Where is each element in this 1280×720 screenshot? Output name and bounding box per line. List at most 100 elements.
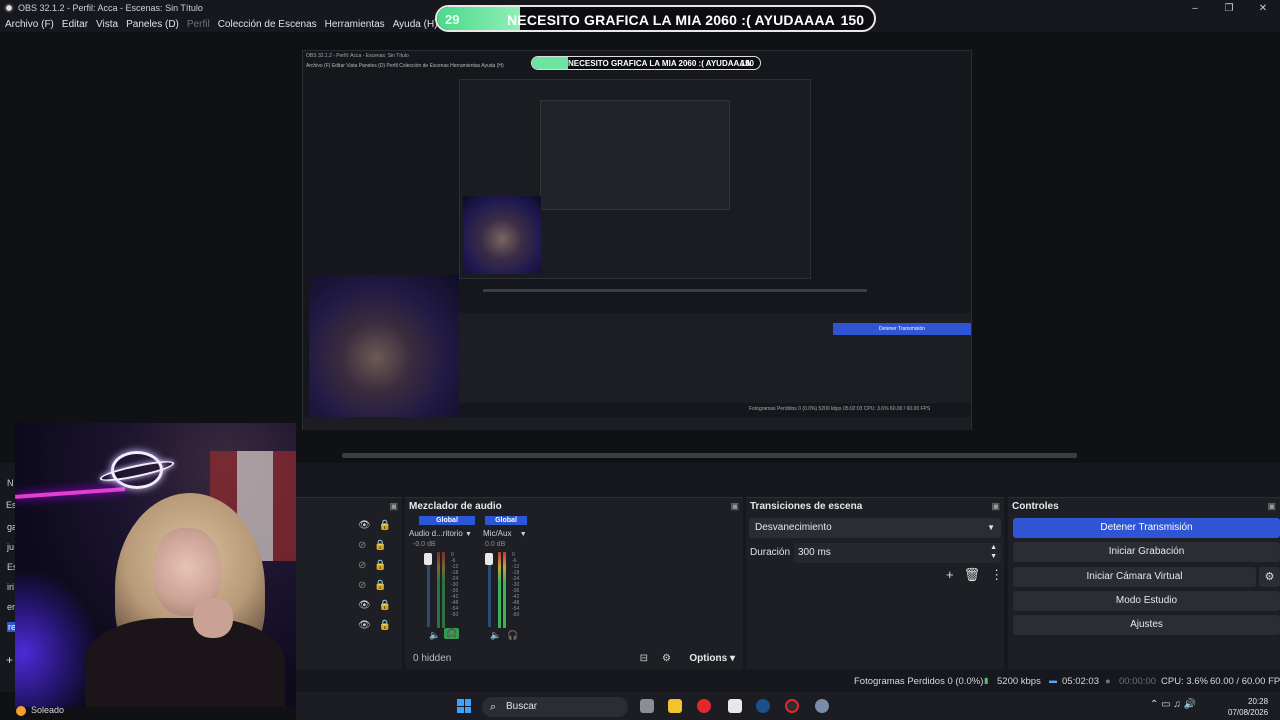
task-view-icon[interactable]	[640, 699, 654, 713]
eye-icon[interactable]: 👁	[358, 600, 371, 611]
mixer-settings-icon[interactable]: ⚙	[662, 653, 671, 664]
lock-icon[interactable]: 🔒	[374, 540, 386, 551]
nested-goal-banner: NECESITO GRAFICA LA MIA 2060 :( AYUDAAAA…	[531, 56, 761, 70]
cpu-usage: CPU: 3.6%	[1161, 676, 1208, 687]
menu-vista[interactable]: Vista	[96, 19, 118, 30]
channel-name[interactable]: Audio d...ritorio ▼	[409, 529, 479, 538]
streamer-body	[85, 618, 285, 707]
stop-streaming-button[interactable]: Detener Transmisión	[1013, 518, 1280, 538]
source-row-1[interactable]: 👁 🔒	[358, 519, 391, 531]
speaker-icon[interactable]: 🔈	[429, 630, 440, 641]
goal-count: 150	[840, 12, 864, 28]
mixer-channel-mic: Global Mic/Aux ▼ 0.0 dB	[483, 516, 553, 548]
channel-global-badge: Global	[419, 516, 475, 525]
preview-horizontal-scrollbar[interactable]	[342, 453, 1077, 458]
spin-arrows-icon[interactable]: ▲ ▼	[990, 543, 997, 561]
maximize-button[interactable]: ❐	[1212, 0, 1246, 16]
dock-menu-icon[interactable]: ▣	[730, 501, 739, 512]
more-options-icon[interactable]: ⋮	[990, 567, 1003, 583]
window-controls: – ❐ ✕	[1178, 0, 1280, 16]
eye-hidden-icon[interactable]: ⊘	[358, 580, 366, 591]
channel-name[interactable]: Mic/Aux ▼	[483, 529, 553, 538]
clock-time: 20:28	[1248, 697, 1269, 706]
dock-menu-icon[interactable]: ▣	[991, 501, 1000, 512]
lock-icon[interactable]: 🔒	[379, 620, 391, 631]
steam-icon[interactable]	[756, 699, 770, 713]
minimize-button[interactable]: –	[1178, 0, 1212, 16]
duration-spinbox[interactable]: 300 ms ▲ ▼	[794, 543, 1001, 563]
goal-level: 29	[445, 12, 460, 27]
options-dropdown[interactable]: Options ▾	[689, 653, 735, 664]
search-placeholder: Buscar	[506, 701, 538, 712]
bitrate: 5200 kbps	[997, 676, 1041, 687]
dock-menu-icon[interactable]: ▣	[1267, 501, 1276, 512]
record-time: 00:00:00	[1119, 676, 1156, 687]
source-row-6[interactable]: 👁 🔒	[358, 619, 391, 631]
scene-item-fragment-5[interactable]: er	[7, 602, 15, 612]
nested-banner-count: 150	[740, 59, 754, 68]
windows-start-icon[interactable]	[457, 699, 471, 713]
transition-select[interactable]: Desvanecimiento ▼	[749, 518, 1001, 538]
scene-item-fragment-2[interactable]: ju	[7, 542, 14, 552]
source-row-4[interactable]: ⊘ 🔒	[358, 579, 388, 591]
notepad-icon[interactable]	[728, 699, 742, 713]
taskbar-search[interactable]: ⌕ Buscar	[482, 697, 628, 717]
eye-icon[interactable]: 👁	[358, 520, 371, 531]
studio-mode-button[interactable]: Modo Estudio	[1013, 591, 1280, 611]
dock-menu-icon[interactable]: ▣	[389, 501, 398, 512]
nested-scrollbar	[483, 289, 867, 292]
eye-icon[interactable]: 👁	[358, 620, 371, 631]
source-row-3[interactable]: ⊘ 🔒	[358, 559, 388, 571]
lock-icon[interactable]: 🔒	[379, 520, 391, 531]
mixer-channel-desktop: Global Audio d...ritorio ▼ -0.0 dB	[409, 516, 479, 548]
headphones-icon[interactable]: 🎧	[507, 630, 518, 641]
speaker-icon[interactable]: 🔈	[490, 630, 501, 641]
menu-herramientas[interactable]: Herramientas	[325, 19, 385, 30]
sun-icon	[16, 705, 26, 716]
system-tray[interactable]: ⌃ ▭ ♫ 🔊	[1150, 699, 1196, 710]
channel-name-text: Audio d...ritorio	[409, 529, 463, 538]
source-row-2[interactable]: ⊘ 🔒	[358, 539, 388, 551]
lock-icon[interactable]: 🔒	[374, 560, 386, 571]
menu-editar[interactable]: Editar	[62, 19, 88, 30]
goal-message: NECESITO GRAFICA LA MIA 2060 :( AYUDAAAA	[507, 12, 835, 28]
menu-perfil[interactable]: Perfil	[187, 19, 210, 30]
eye-hidden-icon[interactable]: ⊘	[358, 560, 366, 571]
volume-slider-knob[interactable]	[424, 553, 432, 565]
taskbar-clock[interactable]: 20:28 07/08/2026	[1228, 696, 1268, 718]
volume-slider-knob[interactable]	[485, 553, 493, 565]
window-title: OBS 32.1.2 - Perfil: Acca - Escenas: Sin…	[18, 3, 203, 13]
menu-paneles[interactable]: Paneles (D)	[126, 19, 179, 30]
audio-mixer-footer: 0 hidden ⊟ ⚙ Options ▾	[405, 648, 743, 668]
transition-tools: + 🗑 ⋮	[946, 567, 1003, 583]
chevron-down-icon[interactable]: ▼	[520, 531, 527, 538]
settings-taskbar-icon[interactable]	[815, 699, 829, 713]
add-scene-button[interactable]: +	[6, 653, 13, 667]
scene-item-fragment-4[interactable]: iri	[7, 582, 14, 592]
eye-hidden-icon[interactable]: ⊘	[358, 540, 366, 551]
lock-icon[interactable]: 🔒	[374, 580, 386, 591]
db-scale: 0 -6 -12 -18 -24 -30 -36 -42 -48 -54 -60	[451, 552, 458, 618]
menu-coleccion-escenas[interactable]: Colección de Escenas	[218, 19, 317, 30]
file-explorer-icon[interactable]	[668, 699, 682, 713]
settings-button[interactable]: Ajustes	[1013, 615, 1280, 635]
opera-icon[interactable]	[697, 699, 711, 713]
close-button[interactable]: ✕	[1246, 0, 1280, 16]
trash-icon[interactable]: 🗑	[964, 567, 981, 583]
volume-slider-track[interactable]	[427, 555, 430, 627]
chevron-down-icon[interactable]: ▼	[465, 531, 472, 538]
menu-ayuda[interactable]: Ayuda (H)	[393, 19, 438, 30]
start-virtual-camera-button[interactable]: Iniciar Cámara Virtual	[1013, 567, 1256, 587]
menu-archivo[interactable]: Archivo (F)	[5, 19, 54, 30]
obs-app-icon	[4, 3, 14, 13]
volume-slider-track[interactable]	[488, 555, 491, 627]
headphones-icon[interactable]: 🎧	[444, 628, 460, 639]
taskbar-weather[interactable]: Soleado	[16, 705, 64, 716]
mixer-layout-icon[interactable]: ⊟	[640, 653, 648, 664]
source-row-5[interactable]: 👁 🔒	[358, 599, 391, 611]
lock-icon[interactable]: 🔒	[379, 600, 391, 611]
obs-taskbar-icon[interactable]	[785, 699, 799, 713]
virtual-camera-settings-gear-icon[interactable]: ⚙	[1259, 567, 1280, 587]
add-transition-icon[interactable]: +	[946, 567, 954, 583]
start-recording-button[interactable]: Iniciar Grabación	[1013, 542, 1280, 562]
